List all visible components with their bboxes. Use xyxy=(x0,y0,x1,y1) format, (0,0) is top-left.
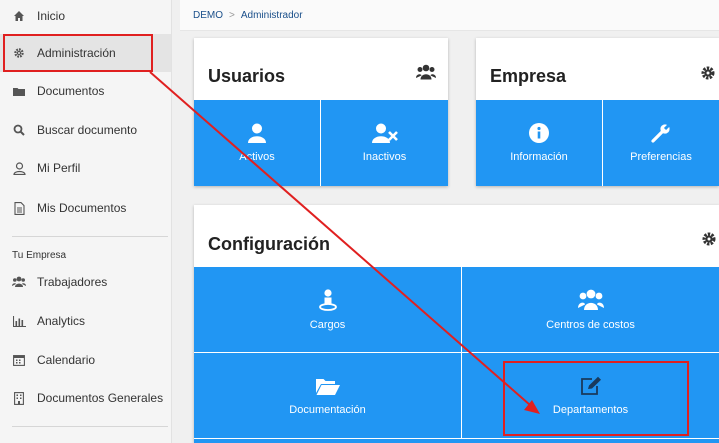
tile-label: Inactivos xyxy=(362,151,407,163)
users-group-icon xyxy=(416,64,436,85)
folder-open-icon xyxy=(315,376,341,399)
sidebar-item-label: Documentos Generales xyxy=(37,391,164,405)
tile-label: Cargos xyxy=(309,318,346,331)
tile-informacion[interactable]: Información xyxy=(476,100,602,186)
sidebar-item-label: Analytics xyxy=(37,314,86,328)
sidebar-item-label: Inicio xyxy=(37,9,66,23)
breadcrumb-root[interactable]: DEMO xyxy=(193,10,223,21)
annotation-highlight-departamentos xyxy=(503,361,689,436)
user-icon xyxy=(248,123,266,146)
tile-documentacion[interactable]: Documentación xyxy=(194,353,461,438)
wrench-icon xyxy=(651,122,672,146)
sidebar-item-buscar-documento[interactable]: Buscar documento xyxy=(0,111,171,149)
annotation-highlight-administracion xyxy=(3,34,153,72)
sidebar-item-mi-perfil[interactable]: Mi Perfil xyxy=(0,149,171,187)
home-icon xyxy=(12,9,26,23)
sidebar-divider xyxy=(12,426,168,427)
sidebar-item-analytics[interactable]: Analytics xyxy=(0,302,171,340)
sidebar-item-trabajadores[interactable]: Trabajadores xyxy=(0,263,171,301)
gear-icon[interactable] xyxy=(700,65,716,86)
sidebar-item-label: Trabajadores xyxy=(37,275,108,289)
info-icon xyxy=(529,123,549,146)
sidebar-item-inicio[interactable]: Inicio xyxy=(0,0,171,35)
sidebar-item-documentos-generales[interactable]: Documentos Generales xyxy=(0,379,171,417)
breadcrumb-separator: > xyxy=(229,9,235,21)
sidebar-item-label: Calendario xyxy=(37,353,96,367)
breadcrumb: DEMO > Administrador xyxy=(180,0,719,31)
sidebar-item-calendario[interactable]: Calendario xyxy=(0,341,171,379)
card-title: Empresa xyxy=(490,66,567,86)
sidebar-divider xyxy=(12,236,168,237)
tile-label: Activos xyxy=(239,151,275,163)
users-icon xyxy=(12,275,26,289)
sidebar-item-label: Mi Perfil xyxy=(37,161,81,175)
calendar-icon xyxy=(12,353,26,367)
usuarios-card: Usuarios Activos Inactivos xyxy=(194,38,448,186)
tile-inactivos[interactable]: Inactivos xyxy=(321,100,448,186)
tile-label: Centros de costos xyxy=(546,318,635,331)
tile-cargos[interactable]: Cargos xyxy=(194,267,461,352)
bar-chart-icon xyxy=(12,314,26,328)
document-icon xyxy=(12,201,26,215)
empresa-card: Empresa Información Preferencias xyxy=(476,38,719,186)
folder-icon xyxy=(12,84,26,98)
breadcrumb-current: Administrador xyxy=(240,9,303,21)
sidebar-item-documentos[interactable]: Documentos xyxy=(0,72,171,110)
tile-row-bottom xyxy=(194,439,719,443)
tile-activos[interactable]: Activos xyxy=(194,100,320,186)
tile-centros-de-costos[interactable]: Centros de costos xyxy=(462,267,719,352)
sidebar-item-label: Documentos xyxy=(37,84,105,98)
search-icon xyxy=(12,123,26,137)
user-remove-icon xyxy=(371,123,398,146)
sidebar-section-title: Tu Empresa xyxy=(12,250,67,261)
tile-preferencias[interactable]: Preferencias xyxy=(603,100,719,186)
user-icon xyxy=(12,161,26,175)
position-icon xyxy=(318,288,337,314)
card-title: Usuarios xyxy=(208,66,286,86)
tile-label: Información xyxy=(510,151,568,163)
tile-label: Preferencias xyxy=(630,151,692,163)
gear-icon[interactable] xyxy=(701,231,717,252)
sidebar-item-label: Mis Documentos xyxy=(37,201,127,215)
users-group-icon xyxy=(577,289,604,314)
building-icon xyxy=(12,391,26,405)
tile-label: Documentación xyxy=(289,403,366,416)
sidebar-item-label: Buscar documento xyxy=(37,123,138,137)
card-title: Configuración xyxy=(208,234,330,254)
sidebar-item-mis-documentos[interactable]: Mis Documentos xyxy=(0,189,171,227)
